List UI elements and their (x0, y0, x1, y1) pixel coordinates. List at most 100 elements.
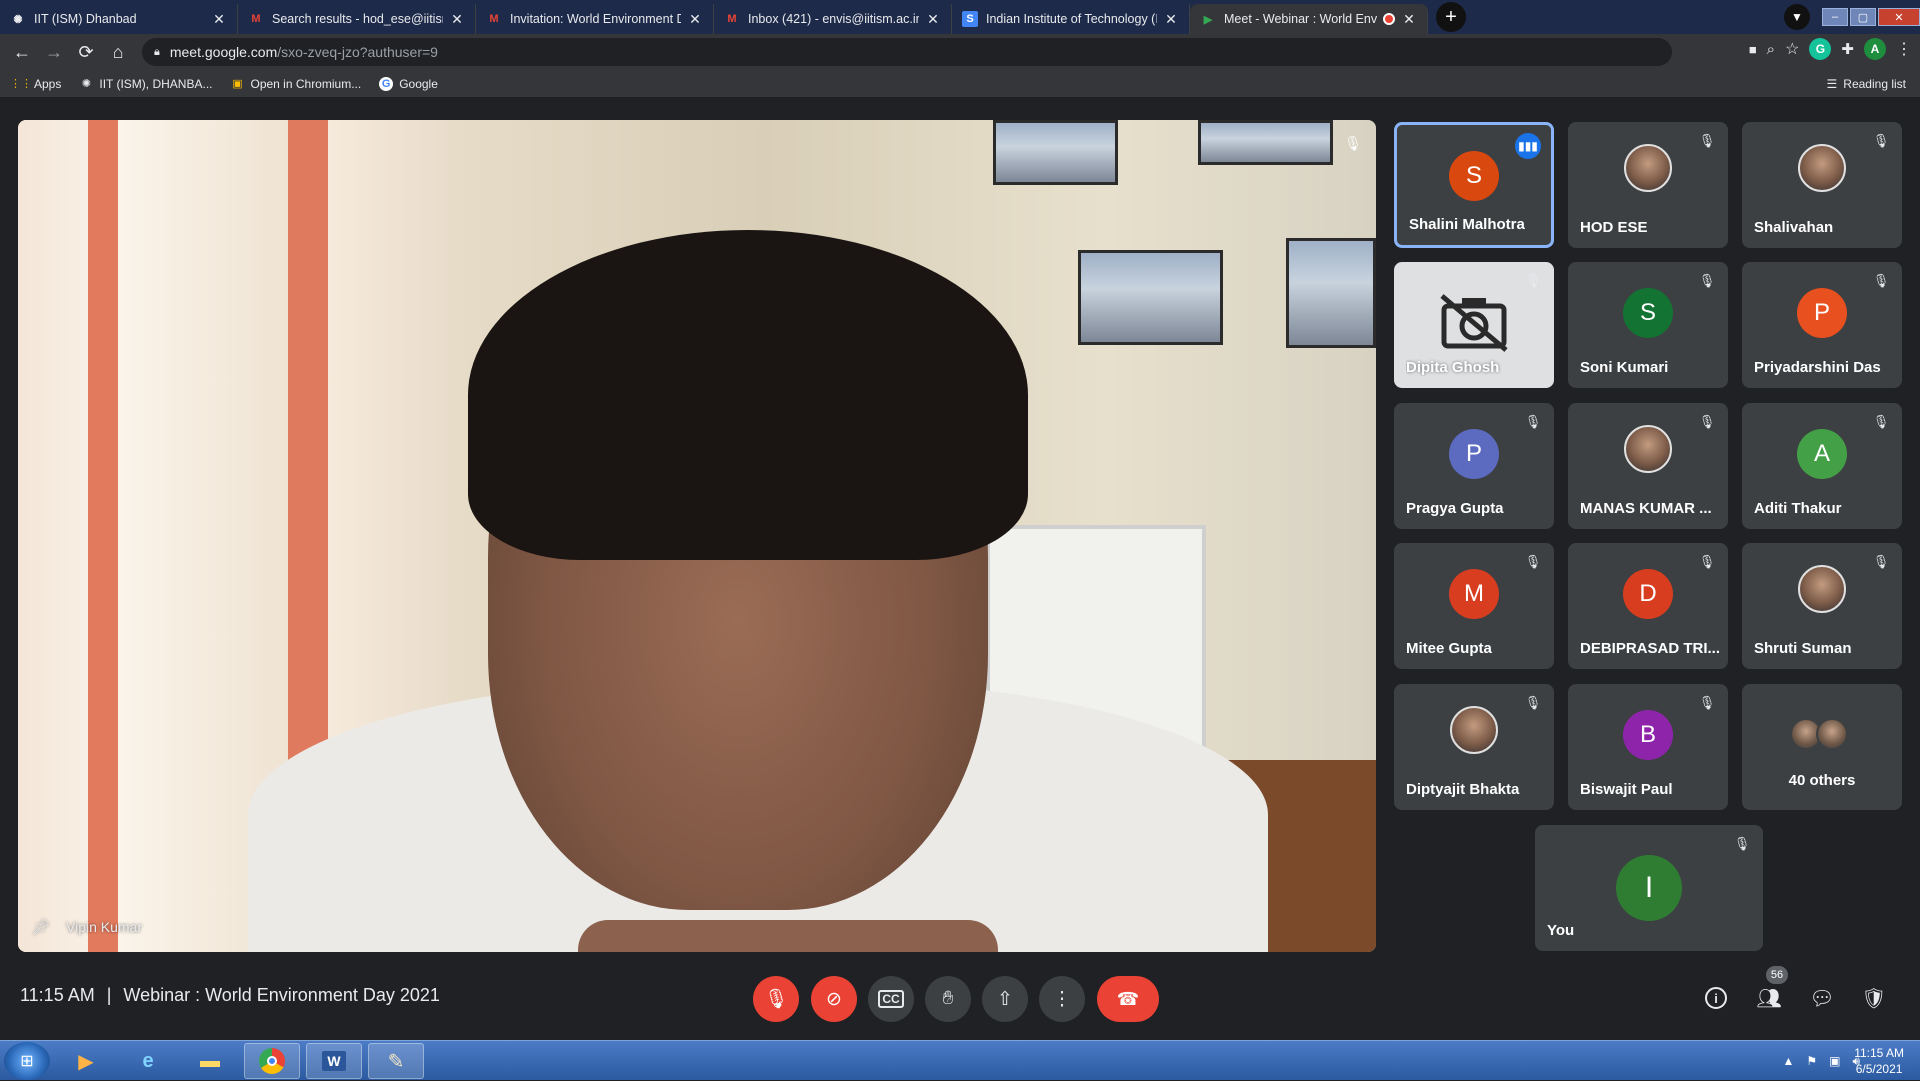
chat-button[interactable]: 💬︎ (1806, 982, 1838, 1014)
taskbar-paint[interactable]: ✎ (368, 1043, 424, 1079)
maximize-window-icon[interactable]: ▢ (1850, 8, 1876, 26)
camera-toggle-button[interactable]: ⊘ (811, 976, 857, 1022)
show-everyone-button[interactable]: 👥︎ (1753, 982, 1785, 1014)
participant-tile[interactable]: D 🎙︎ DEBIPRASAD TRI... (1568, 543, 1728, 669)
chrome-menu-icon[interactable]: ⋮ (1896, 39, 1912, 59)
mic-off-icon: 🎙︎ (1524, 414, 1542, 429)
self-tile[interactable]: I 🎙︎ You (1535, 825, 1763, 951)
close-tab-icon[interactable]: ✕ (1163, 11, 1179, 28)
profile-avatar[interactable]: A (1864, 38, 1886, 60)
browser-toolbar: ← → ⟳ ⌂ 🔒︎ meet.google.com/sxo-zveq-jzo?… (0, 34, 1920, 70)
camera-in-use-icon[interactable]: ■ (1749, 42, 1757, 57)
mic-off-icon: 🎙︎ (1698, 695, 1716, 710)
others-tile[interactable]: 40 others (1742, 684, 1902, 810)
participant-tile[interactable]: P 🎙︎ Priyadarshini Das (1742, 262, 1902, 388)
captions-button[interactable]: CC (868, 976, 914, 1022)
close-tab-icon[interactable]: ✕ (925, 11, 941, 28)
taskbar-media-player[interactable]: ▶ (58, 1043, 114, 1079)
participant-tile[interactable]: M 🎙︎ Mitee Gupta (1394, 543, 1554, 669)
present-now-button[interactable]: ⇧ (982, 976, 1028, 1022)
avatar: P (1797, 288, 1847, 338)
network-icon[interactable]: ▣ (1829, 1054, 1840, 1068)
home-icon[interactable]: ⌂ (102, 36, 134, 68)
pin-icon[interactable]: 📌︎ (31, 918, 50, 936)
google-icon: G (379, 76, 394, 91)
bookmark-page-icon: ▣ (232, 78, 243, 90)
grammarly-extension-icon[interactable]: G (1809, 38, 1832, 60)
participant-tile[interactable]: 🎙︎ Diptyajit Bhakta (1394, 684, 1554, 810)
main-video-label: 📌︎ Vipin Kumar (31, 918, 142, 936)
participant-tile[interactable]: 🎙︎ Shalivahan (1742, 122, 1902, 248)
bookmark-star-icon[interactable]: ☆ (1785, 39, 1799, 59)
participant-name: DEBIPRASAD TRI... (1580, 640, 1720, 657)
close-tab-icon[interactable]: ✕ (449, 11, 465, 28)
new-tab-button[interactable]: + (1436, 2, 1466, 32)
taskbar-chrome[interactable] (244, 1043, 300, 1079)
system-clock[interactable]: 11:15 AM 6/5/2021 (1854, 1045, 1904, 1077)
main-video-feed[interactable]: 🎙︎ 📌︎ Vipin Kumar (18, 120, 1376, 952)
bookmark-iit-ism[interactable]: ✺ IIT (ISM), DHANBA... (79, 76, 213, 91)
bookmark-google[interactable]: G Google (379, 76, 438, 91)
browser-tab-active[interactable]: ▶ Meet - Webinar : World Envi ✕ (1190, 4, 1428, 34)
paint-icon: ✎ (387, 1050, 405, 1073)
reading-list-label: Reading list (1843, 77, 1906, 91)
browser-tab[interactable]: M Inbox (421) - envis@iitism.ac.in - ✕ (714, 4, 952, 34)
browser-tab[interactable]: M Invitation: World Environment Da ✕ (476, 4, 714, 34)
address-bar[interactable]: 🔒︎ meet.google.com/sxo-zveq-jzo?authuser… (142, 38, 1672, 66)
taskbar-internet-explorer[interactable]: e (120, 1043, 176, 1079)
more-options-button[interactable]: ⋮ (1039, 976, 1085, 1022)
close-tab-icon[interactable]: ✕ (1401, 11, 1417, 28)
folder-icon: ▬ (200, 1049, 220, 1072)
browser-tab[interactable]: S Indian Institute of Technology (In ✕ (952, 4, 1190, 34)
reading-list-button[interactable]: ☰ Reading list (1827, 77, 1906, 91)
bookmark-open-chromium[interactable]: ▣ Open in Chromium... (230, 77, 361, 91)
participant-name: Biswajit Paul (1580, 781, 1673, 798)
closed-captions-icon: CC (878, 990, 904, 1008)
video-background (88, 120, 118, 952)
extensions-puzzle-icon[interactable]: ✚ (1841, 40, 1854, 58)
word-icon: W (322, 1051, 346, 1071)
participant-name: Priyadarshini Das (1754, 359, 1881, 376)
participant-tile[interactable]: A 🎙︎ Aditi Thakur (1742, 403, 1902, 529)
participant-tile[interactable]: 🎙︎ MANAS KUMAR ... (1568, 403, 1728, 529)
ism-favicon-icon: ✺ (13, 13, 23, 26)
meeting-details-button[interactable]: i (1700, 982, 1732, 1014)
meet-favicon-icon: ▶ (1203, 13, 1213, 26)
tab-search-icon[interactable]: ▼ (1784, 4, 1810, 30)
mic-off-icon: 🎙︎ (1872, 273, 1890, 288)
participant-tile[interactable]: S ▮▮▮ Shalini Malhotra (1394, 122, 1554, 248)
action-center-flag-icon[interactable]: ⚑ (1806, 1054, 1817, 1068)
close-window-icon[interactable]: ✕ (1878, 8, 1920, 26)
close-tab-icon[interactable]: ✕ (211, 11, 227, 28)
zoom-icon[interactable]: ⌕ (1767, 41, 1775, 58)
browser-tab[interactable]: M Search results - hod_ese@iitism.a ✕ (238, 4, 476, 34)
close-tab-icon[interactable]: ✕ (687, 11, 703, 28)
browser-tab[interactable]: ✺ IIT (ISM) Dhanbad ✕ (0, 4, 238, 34)
host-controls-button[interactable]: 🛡︎ (1858, 982, 1890, 1014)
start-button[interactable]: ⊞ (4, 1042, 50, 1080)
bookmark-label: IIT (ISM), DHANBA... (99, 76, 213, 91)
video-background (18, 120, 88, 952)
participant-name: Mitee Gupta (1406, 640, 1492, 657)
taskbar-word[interactable]: W (306, 1043, 362, 1079)
participant-tile[interactable]: P 🎙︎ Pragya Gupta (1394, 403, 1554, 529)
bookmark-apps[interactable]: ⋮⋮ Apps (10, 77, 61, 91)
leave-call-button[interactable]: ☎︎ (1097, 976, 1159, 1022)
minimize-window-icon[interactable]: – (1822, 8, 1848, 26)
microphone-toggle-button[interactable]: 🎙︎ (753, 976, 799, 1022)
participant-name: Aditi Thakur (1754, 500, 1842, 517)
participant-tile[interactable]: 🎙︎ Dipita Ghosh (1394, 262, 1554, 388)
show-hidden-icons-icon[interactable]: ▲ (1782, 1054, 1794, 1068)
meeting-time: 11:15 AM (20, 985, 95, 1005)
mic-off-icon: 🎙︎ (1344, 134, 1362, 151)
participant-tile[interactable]: 🎙︎ Shruti Suman (1742, 543, 1902, 669)
reload-icon[interactable]: ⟳ (70, 36, 102, 68)
raise-hand-button[interactable]: ✋︎ (925, 976, 971, 1022)
forward-arrow-icon[interactable]: → (38, 36, 70, 68)
participant-tile[interactable]: B 🎙︎ Biswajit Paul (1568, 684, 1728, 810)
chrome-icon (259, 1048, 285, 1074)
back-arrow-icon[interactable]: ← (6, 36, 38, 68)
participant-tile[interactable]: S 🎙︎ Soni Kumari (1568, 262, 1728, 388)
taskbar-file-explorer[interactable]: ▬ (182, 1043, 238, 1079)
participant-tile[interactable]: 🎙︎ HOD ESE (1568, 122, 1728, 248)
